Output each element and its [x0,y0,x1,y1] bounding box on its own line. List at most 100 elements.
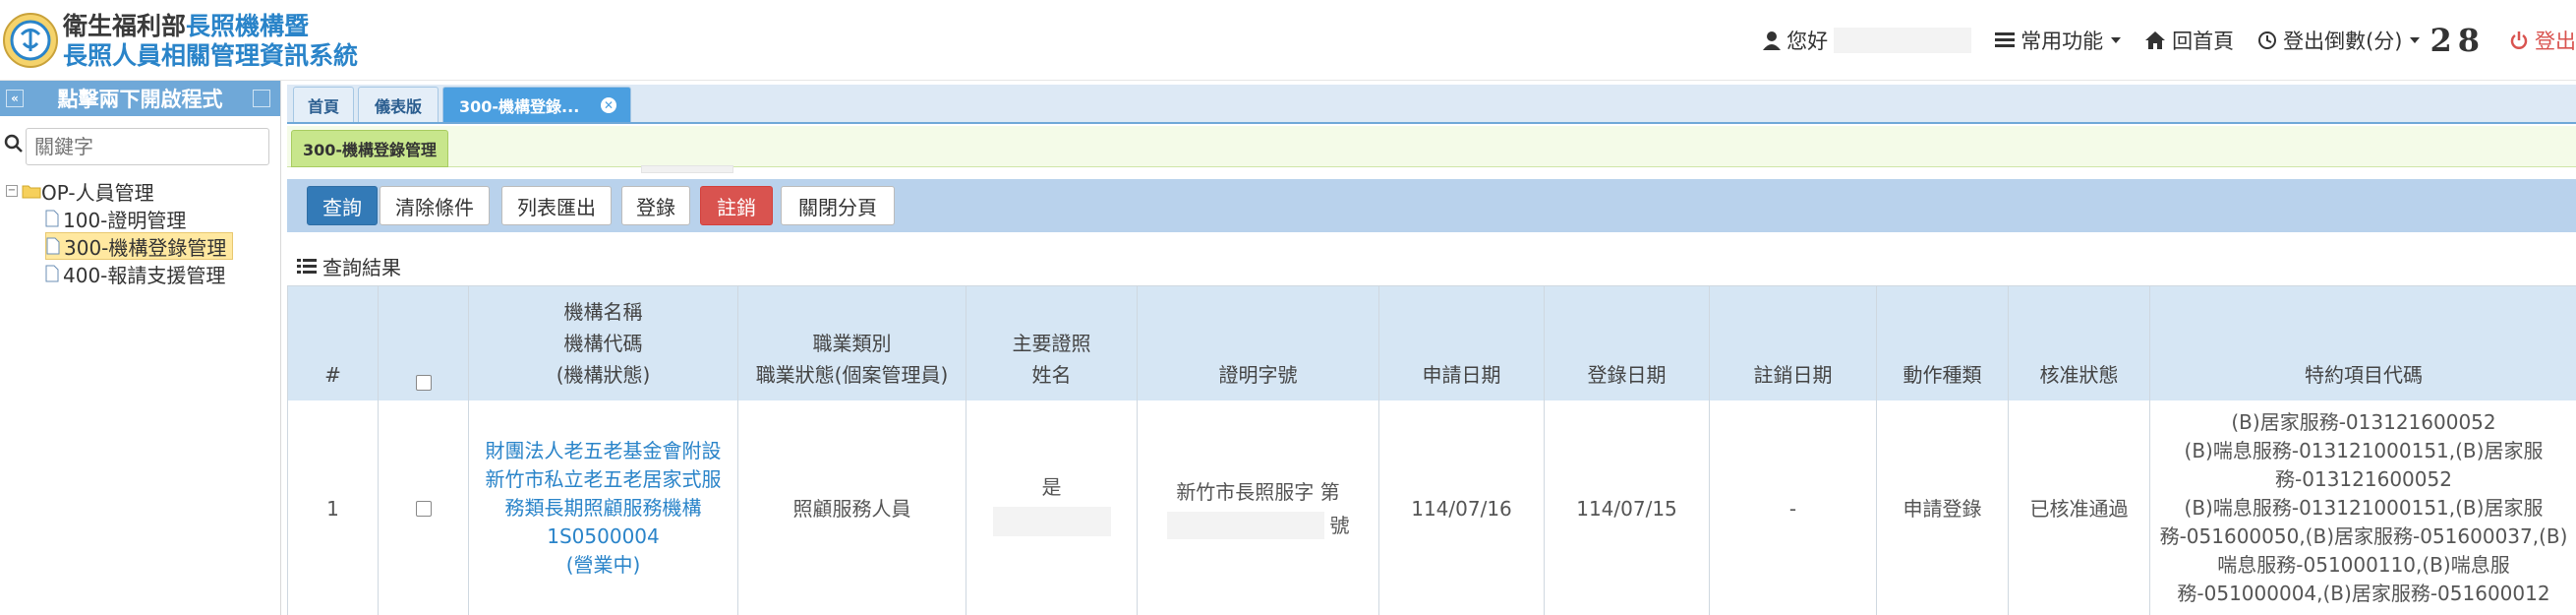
row-checkbox[interactable] [415,500,432,517]
select-all-checkbox[interactable] [415,375,432,391]
row-approval-status: 已核准通過 [2009,400,2150,615]
home-icon [2145,31,2166,49]
tree-item-label: 100-證明管理 [63,208,187,232]
org-status: (營業中) [565,553,641,577]
logout-countdown[interactable]: 登出倒數(分) 28 [2257,22,2486,59]
result-table: # 機構名稱 機構代碼 (機構狀態) 職業類別 職業狀態(個案管理員) 主要證照… [287,285,2576,615]
row-register-date: 114/07/15 [1545,400,1710,615]
tab-300-org-registration[interactable]: 300-機構登錄... ✕ [442,87,631,122]
file-icon [45,210,59,227]
col-action-type: 動作種類 [1877,286,2009,400]
col-org-name: 機構名稱 [563,300,643,324]
col-organization: 機構名稱 機構代碼 (機構狀態) [469,286,738,400]
name-masked [992,507,1111,536]
list-icon [297,258,317,274]
folder-icon [22,185,41,199]
username-masked [1834,28,1972,53]
clear-conditions-button[interactable]: 清除條件 [380,186,490,225]
row-organization: 財團法人老五老基金會附設新竹市私立老五老居家式服務類長期照顧服務機構 1S050… [469,400,738,615]
col-special-items: 特約項目代碼 [2305,363,2423,387]
common-functions-label: 常用功能 [2020,30,2104,53]
cancel-registration-button[interactable]: 註銷 [700,186,773,225]
chevron-down-icon [2111,37,2122,43]
chevron-down-icon [2410,37,2421,43]
cert-prefix: 新竹市長照服字 第 [1176,479,1340,504]
col-main-cert: 主要證照 姓名 [966,286,1138,400]
user-greeting[interactable]: 您好 [1763,26,1972,55]
file-icon [46,237,60,255]
file-icon [45,265,59,282]
org-name-link[interactable]: 財團法人老五老基金會附設新竹市私立老五老居家式服務類長期照顧服務機構 [479,437,728,523]
subtab-org-registration[interactable]: 300-機構登錄管理 [291,130,448,167]
row-apply-date: 114/07/16 [1379,400,1545,615]
subtab-bar: 300-機構登錄管理 [287,126,2576,167]
close-tab-button[interactable]: 關閉分頁 [781,186,895,225]
clock-icon [2258,31,2277,49]
tree-item-label: 300-機構登錄管理 [64,235,227,260]
pin-icon[interactable] [253,90,270,107]
row-cancel-date: - [1710,400,1877,615]
tree-item-100[interactable]: 100-證明管理 [45,205,233,232]
sidebar-header: « 點擊兩下開啟程式 [0,81,280,116]
sidebar: « 點擊兩下開啟程式 − OP-人員管理 100-證明管理 300-機構登錄管理… [0,81,281,615]
countdown-value: 28 [2430,22,2486,59]
tree-collapse-icon[interactable]: − [6,185,18,197]
title-ministry: 衛生福利部 [63,12,187,40]
col-cancel-date: 註銷日期 [1710,286,1877,400]
col-org-status: (機構狀態) [556,363,651,387]
mohw-logo-icon [3,13,58,68]
query-result-heading: 查詢結果 [297,252,401,280]
cert-number-masked [1166,511,1324,539]
title-institution: 長照機構暨 [186,12,310,40]
logout-button[interactable]: 登出 [2509,26,2576,55]
logout-countdown-label: 登出倒數(分) [2283,30,2403,53]
query-button[interactable]: 查詢 [307,186,378,225]
list-icon [1995,32,2016,47]
col-main-cert-line1: 主要證照 [1012,332,1091,355]
cert-suffix: 號 [1329,513,1350,537]
tab-label: 300-機構登錄... [459,96,580,116]
col-main-cert-line2: 姓名 [1031,363,1072,387]
col-apply-date: 申請日期 [1379,286,1545,400]
col-approval-status: 核准狀態 [2009,286,2150,400]
tab-home[interactable]: 首頁 [293,87,354,122]
action-toolbar: 查詢 清除條件 列表匯出 登錄 註銷 關閉分頁 [287,179,2576,232]
row-category: 照顧服務人員 [738,400,966,615]
app-header: 衛生福利部長照機構暨 長照人員相關管理資訊系統 您好 常用功能 回首頁 登出倒數… [0,0,2576,81]
tree-item-300[interactable]: 300-機構登錄管理 [45,232,234,260]
tree-root-label: OP-人員管理 [41,180,154,205]
collapse-left-icon[interactable]: « [6,90,24,107]
table-header: # 機構名稱 機構代碼 (機構狀態) 職業類別 職業狀態(個案管理員) 主要證照… [288,286,2576,400]
table-row[interactable]: 1 財團法人老五老基金會附設新竹市私立老五老居家式服務類長期照顧服務機構 1S0… [288,400,2576,615]
row-special-items: (B)居家服務-013121600052 (B)喘息服務-01312100015… [2159,410,2568,605]
tab-dashboard[interactable]: 儀表版 [358,87,439,122]
col-cert-number: 證明字號 [1138,286,1379,400]
row-select-cell [379,400,469,615]
main-cert-flag: 是 [1041,475,1062,499]
row-index: 1 [288,400,379,615]
power-icon [2510,31,2528,49]
row-action-type: 申請登錄 [1877,400,2009,615]
keyword-search-input[interactable] [26,128,269,165]
query-result-label: 查詢結果 [322,256,401,279]
tree-item-label: 400-報請支援管理 [63,263,226,287]
col-category-line2: 職業狀態(個案管理員) [755,363,949,387]
sidebar-title: 點擊兩下開啟程式 [57,88,223,111]
close-icon[interactable]: ✕ [601,97,616,113]
top-nav: 您好 常用功能 回首頁 登出倒數(分) 28 登出 [1763,22,2576,59]
program-tree: − OP-人員管理 100-證明管理 300-機構登錄管理 400-報請支援管理 [6,177,234,287]
tree-item-400[interactable]: 400-報請支援管理 [45,260,233,287]
home-link[interactable]: 回首頁 [2144,26,2234,55]
common-functions-menu[interactable]: 常用功能 [1995,26,2122,55]
tree-root-op[interactable]: − OP-人員管理 [6,177,233,205]
title-system: 長照人員相關管理資訊系統 [63,41,359,70]
col-category-line1: 職業類別 [812,332,892,355]
user-icon [1763,31,1782,50]
col-org-code: 機構代碼 [563,332,643,355]
home-label: 回首頁 [2172,30,2235,53]
register-button[interactable]: 登錄 [621,186,690,225]
export-list-button[interactable]: 列表匯出 [501,186,612,225]
search-icon [4,134,23,153]
sidebar-search [0,124,281,167]
logout-label: 登出 [2535,30,2576,53]
